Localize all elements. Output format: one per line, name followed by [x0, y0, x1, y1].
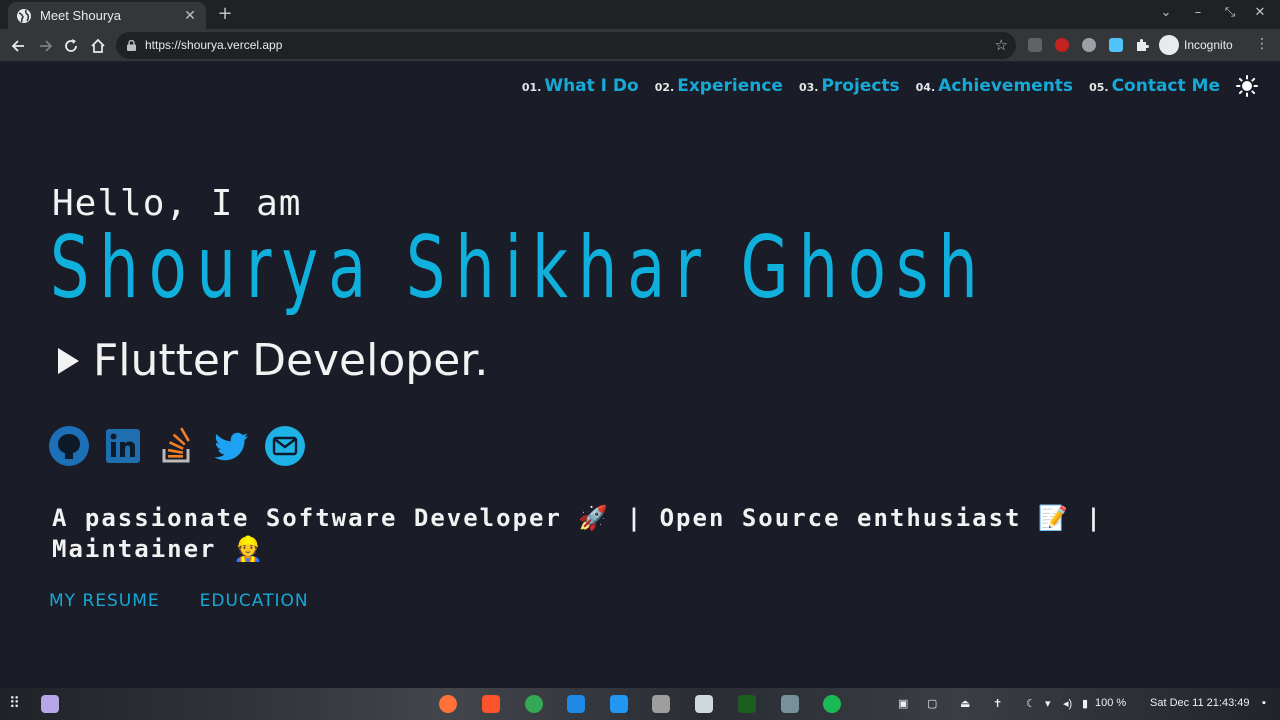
firefox-icon[interactable] — [439, 695, 457, 713]
nav-label: Achievements — [938, 76, 1074, 96]
volume-icon[interactable]: ◂) — [1063, 697, 1072, 710]
nav-label: Projects — [821, 76, 900, 96]
resume-link[interactable]: MY RESUME — [49, 591, 160, 611]
files-icon[interactable] — [652, 695, 670, 713]
nav-number: 03. — [798, 81, 819, 94]
file-manager-icon[interactable] — [41, 695, 59, 713]
browser-menu-icon[interactable]: ⋮ — [1255, 37, 1269, 51]
play-triangle-icon — [58, 347, 79, 374]
wifi-icon[interactable]: ▾ — [1045, 697, 1051, 710]
close-window-icon[interactable]: ✕ — [1250, 5, 1270, 20]
theme-toggle-sun-icon[interactable] — [1236, 75, 1258, 97]
hero-tagline: A passionate Software Developer 🚀 | Open… — [52, 504, 1103, 563]
nav-link-projects[interactable]: 03. Projects — [799, 76, 900, 96]
incognito-label: Incognito — [1184, 38, 1233, 52]
nav-label: Experience — [677, 76, 783, 96]
restore-icon[interactable]: ⤡ — [1220, 5, 1240, 20]
email-link[interactable] — [264, 425, 306, 467]
twitter-link[interactable] — [210, 425, 252, 467]
nav-link-experience[interactable]: 02. Experience — [655, 76, 783, 96]
messaging-app-icon[interactable] — [567, 695, 585, 713]
browser-tab-strip: Meet Shourya ✕ + ⌄ – ⤡ ✕ — [0, 0, 1280, 29]
twitter-icon — [214, 432, 248, 461]
nav-number: 01. — [521, 81, 542, 94]
battery-percentage[interactable]: 100 % — [1095, 697, 1126, 709]
extensions-puzzle-icon[interactable] — [1135, 38, 1149, 52]
screenshot-app-icon[interactable] — [781, 695, 799, 713]
nav-link-what-i-do[interactable]: 01. What I Do — [522, 76, 639, 96]
hero-links: MY RESUME EDUCATION — [49, 591, 349, 611]
incognito-indicator[interactable]: Incognito — [1159, 35, 1233, 55]
tray-accessibility-icon[interactable]: ✝ — [993, 697, 1002, 710]
social-links — [48, 425, 318, 467]
nav-link-achievements[interactable]: 04. Achievements — [916, 76, 1073, 96]
reload-icon[interactable] — [61, 36, 81, 56]
hero-name: Shourya Shikhar Ghosh — [50, 218, 988, 318]
browser-toolbar: https://shourya.vercel.app ☆ Incognito ⋮ — [0, 29, 1280, 62]
nav-link-contact-me[interactable]: 05. Contact Me — [1089, 76, 1220, 96]
email-icon — [265, 426, 305, 466]
stackoverflow-link[interactable] — [156, 425, 198, 467]
close-tab-icon[interactable]: ✕ — [182, 8, 198, 24]
tray-screenshot-icon[interactable]: ▣ — [898, 697, 908, 710]
chrome-icon[interactable] — [525, 695, 543, 713]
linkedin-link[interactable] — [102, 425, 144, 467]
brave-icon[interactable] — [482, 695, 500, 713]
education-link[interactable]: EDUCATION — [200, 591, 309, 611]
nav-label: Contact Me — [1111, 76, 1220, 96]
lock-icon[interactable] — [127, 40, 136, 51]
nav-label: What I Do — [544, 76, 639, 96]
incognito-icon — [1159, 35, 1179, 55]
github-icon — [49, 426, 89, 466]
spotify-icon[interactable] — [823, 695, 841, 713]
tab-search-icon[interactable]: ⌄ — [1156, 5, 1176, 20]
system-monitor-icon[interactable] — [738, 695, 756, 713]
stackoverflow-icon — [162, 427, 190, 463]
back-icon[interactable] — [9, 36, 29, 56]
tray-clipboard-icon[interactable]: ▢ — [927, 697, 937, 710]
new-tab-button[interactable]: + — [215, 4, 235, 24]
vscode-icon[interactable] — [610, 695, 628, 713]
night-light-icon[interactable]: ☾ — [1026, 697, 1036, 710]
minimize-icon[interactable]: – — [1188, 5, 1208, 20]
address-bar[interactable]: https://shourya.vercel.app ☆ — [116, 32, 1016, 59]
globe-icon — [17, 8, 31, 23]
hero-role-text: Flutter Developer. — [93, 335, 489, 386]
nav-number: 05. — [1089, 81, 1109, 94]
clock[interactable]: Sat Dec 11 21:43:49 — [1150, 697, 1249, 709]
home-icon[interactable] — [88, 36, 108, 56]
calculator-icon[interactable] — [695, 695, 713, 713]
nav-number: 04. — [915, 81, 936, 94]
battery-icon[interactable]: ▮ — [1082, 697, 1088, 710]
extension-glasses-icon[interactable] — [1082, 38, 1096, 52]
browser-tab[interactable]: Meet Shourya ✕ — [8, 2, 206, 29]
nav-number: 02. — [654, 81, 675, 94]
notification-icon[interactable]: ▪ — [1262, 697, 1266, 709]
tray-eject-icon[interactable]: ⏏ — [960, 697, 970, 710]
tab-title: Meet Shourya — [40, 8, 121, 23]
extension-screenshot-icon[interactable] — [1109, 38, 1123, 52]
linkedin-icon — [106, 429, 140, 463]
desktop-taskbar: ⠿ ▣ ▢ ⏏ ✝ ☾ ▾ ◂) ▮ 100 % Sat Dec 11 21:4… — [0, 688, 1280, 720]
forward-icon[interactable] — [35, 36, 55, 56]
bookmark-star-icon[interactable]: ☆ — [995, 36, 1008, 54]
ublock-origin-icon[interactable] — [1055, 38, 1069, 52]
hero-role: Flutter Developer. — [58, 335, 488, 386]
site-nav: 01. What I Do 02. Experience 03. Project… — [506, 75, 1258, 97]
github-link[interactable] — [48, 425, 90, 467]
portfolio-page: 01. What I Do 02. Experience 03. Project… — [0, 63, 1280, 688]
app-grid-icon[interactable]: ⠿ — [9, 694, 20, 712]
url-text[interactable]: https://shourya.vercel.app — [145, 38, 282, 52]
extension-translate-icon[interactable] — [1028, 38, 1042, 52]
